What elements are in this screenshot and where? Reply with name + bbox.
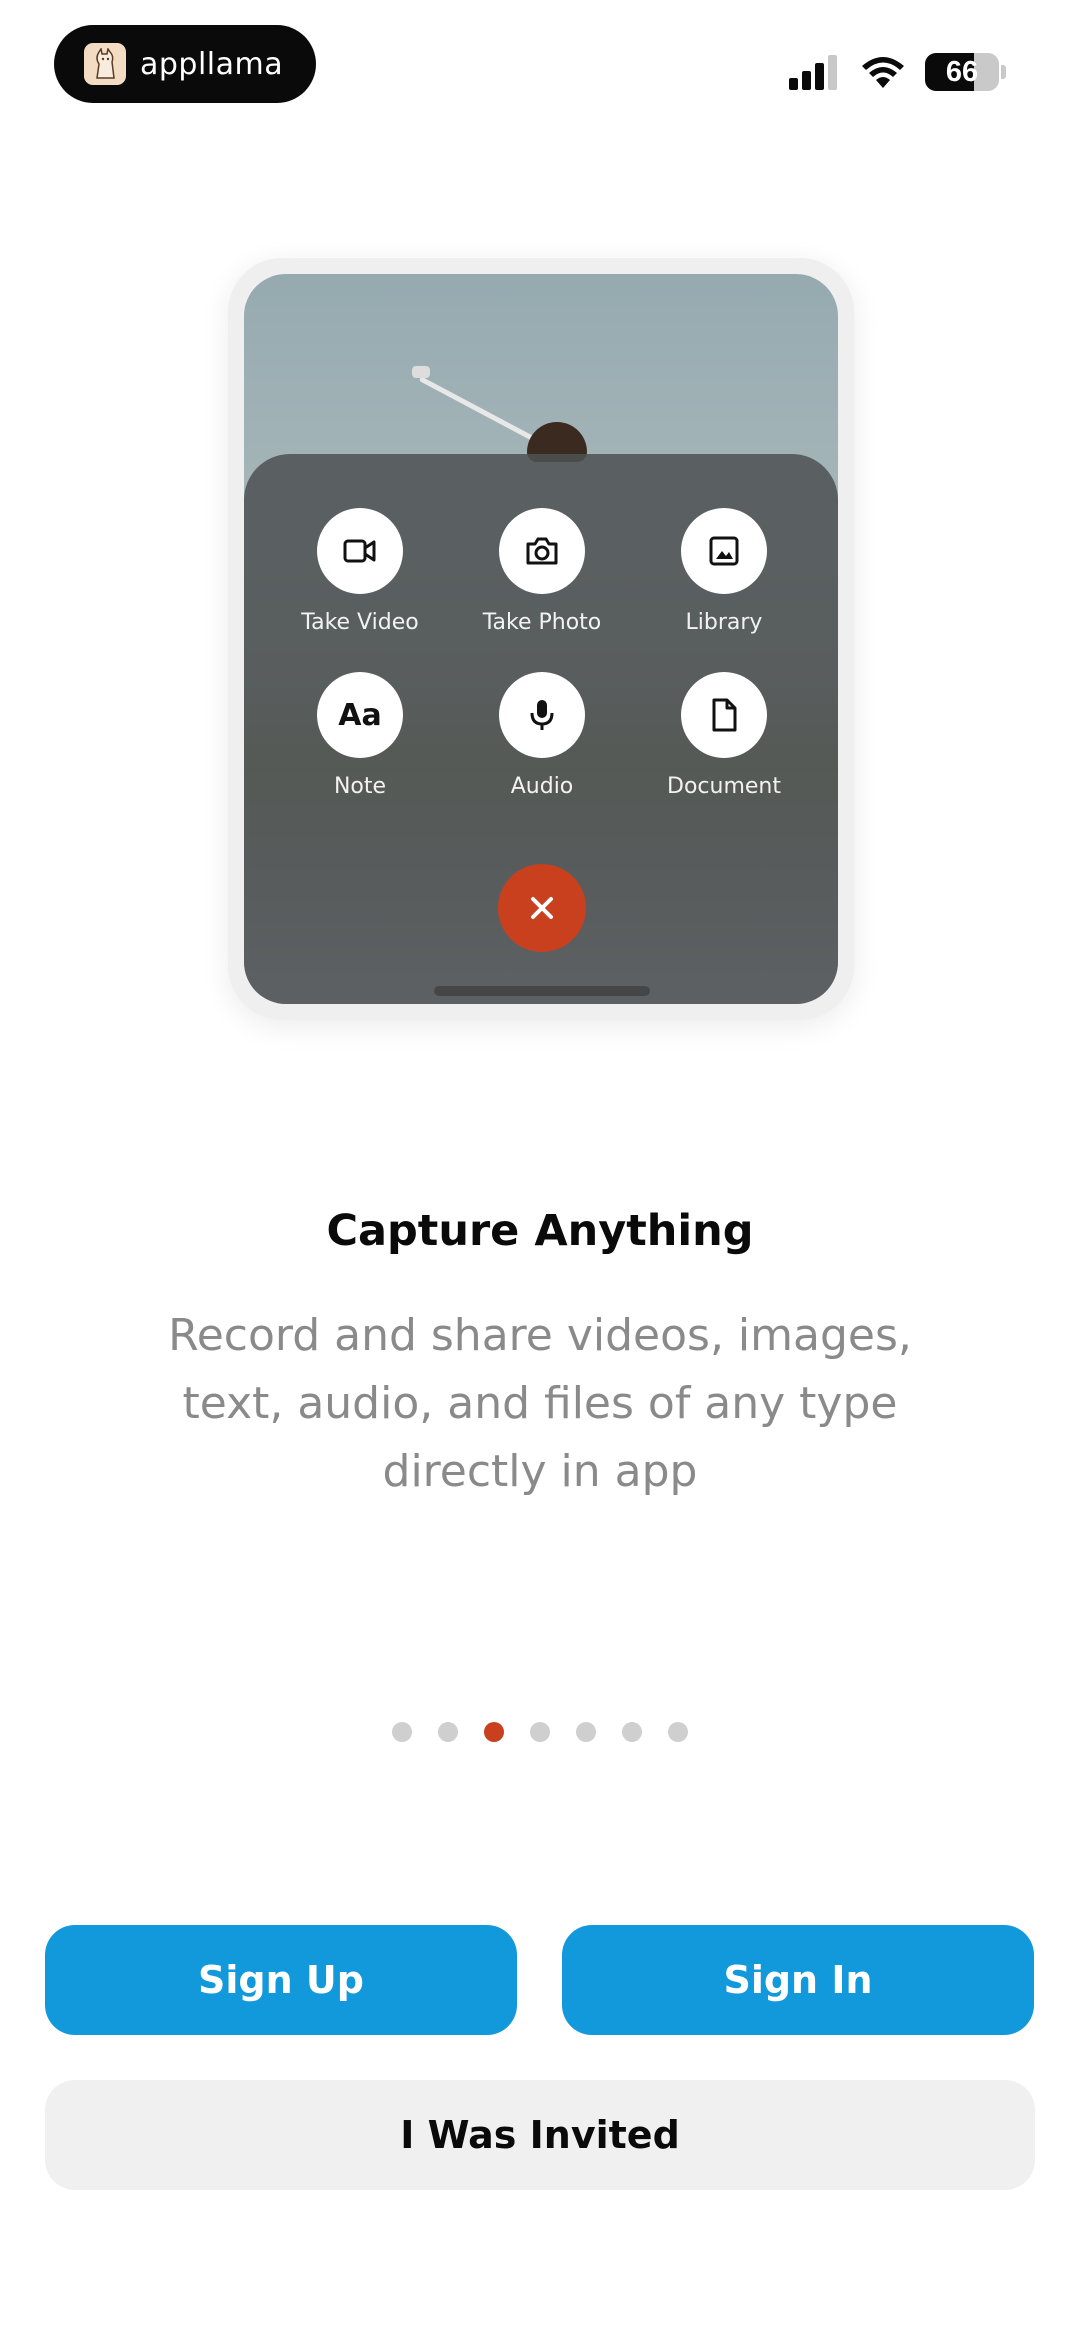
preview-close-button	[498, 864, 586, 952]
text-aa-icon: Aa	[338, 697, 382, 733]
home-indicator	[434, 986, 650, 996]
battery-level: 66	[945, 55, 979, 88]
page-indicator[interactable]	[0, 1722, 1080, 1742]
action-library: Library	[634, 508, 814, 635]
action-label: Audio	[510, 774, 574, 799]
camera-icon	[526, 537, 558, 565]
golf-club-head-graphic	[412, 366, 430, 378]
action-label: Take Video	[301, 610, 419, 635]
llama-logo-icon	[84, 43, 126, 85]
wifi-icon	[862, 57, 904, 88]
sign-in-button[interactable]: Sign In	[562, 1925, 1034, 2035]
close-icon	[531, 897, 553, 919]
status-icons: 66	[787, 50, 1006, 94]
action-take-photo: Take Photo	[452, 508, 632, 635]
action-audio: Audio	[452, 672, 632, 799]
video-icon	[343, 539, 376, 563]
action-take-video: Take Video	[270, 508, 450, 635]
page-dot-active[interactable]	[484, 1722, 504, 1742]
action-note: Aa Note	[270, 672, 450, 799]
page-dot[interactable]	[438, 1722, 458, 1742]
preview-screen: Take Video Take Photo Library Aa Note Au…	[244, 274, 838, 1004]
microphone-icon	[530, 700, 554, 730]
image-icon	[709, 536, 739, 566]
action-label: Library	[685, 610, 763, 635]
page-dot[interactable]	[530, 1722, 550, 1742]
page-dot[interactable]	[576, 1722, 596, 1742]
page-dot[interactable]	[668, 1722, 688, 1742]
action-label: Document	[667, 774, 781, 799]
page-dot[interactable]	[392, 1722, 412, 1742]
action-label: Take Photo	[482, 610, 602, 635]
app-pill-label: appllama	[140, 46, 284, 82]
i-was-invited-button[interactable]: I Was Invited	[45, 2080, 1035, 2190]
document-icon	[712, 698, 737, 732]
onboarding-description: Record and share videos, images, text, a…	[168, 1310, 912, 1497]
page-dot[interactable]	[622, 1722, 642, 1742]
action-document: Document	[634, 672, 814, 799]
feature-preview-mockup: Take Video Take Photo Library Aa Note Au…	[228, 258, 854, 1020]
battery-icon: 66	[925, 53, 1006, 91]
onboarding-title: Capture Anything	[326, 1206, 754, 1256]
sign-up-button[interactable]: Sign Up	[45, 1925, 517, 2035]
cellular-signal-icon	[789, 55, 837, 90]
action-label: Note	[333, 774, 387, 799]
appllama-pill[interactable]: appllama	[54, 25, 316, 103]
